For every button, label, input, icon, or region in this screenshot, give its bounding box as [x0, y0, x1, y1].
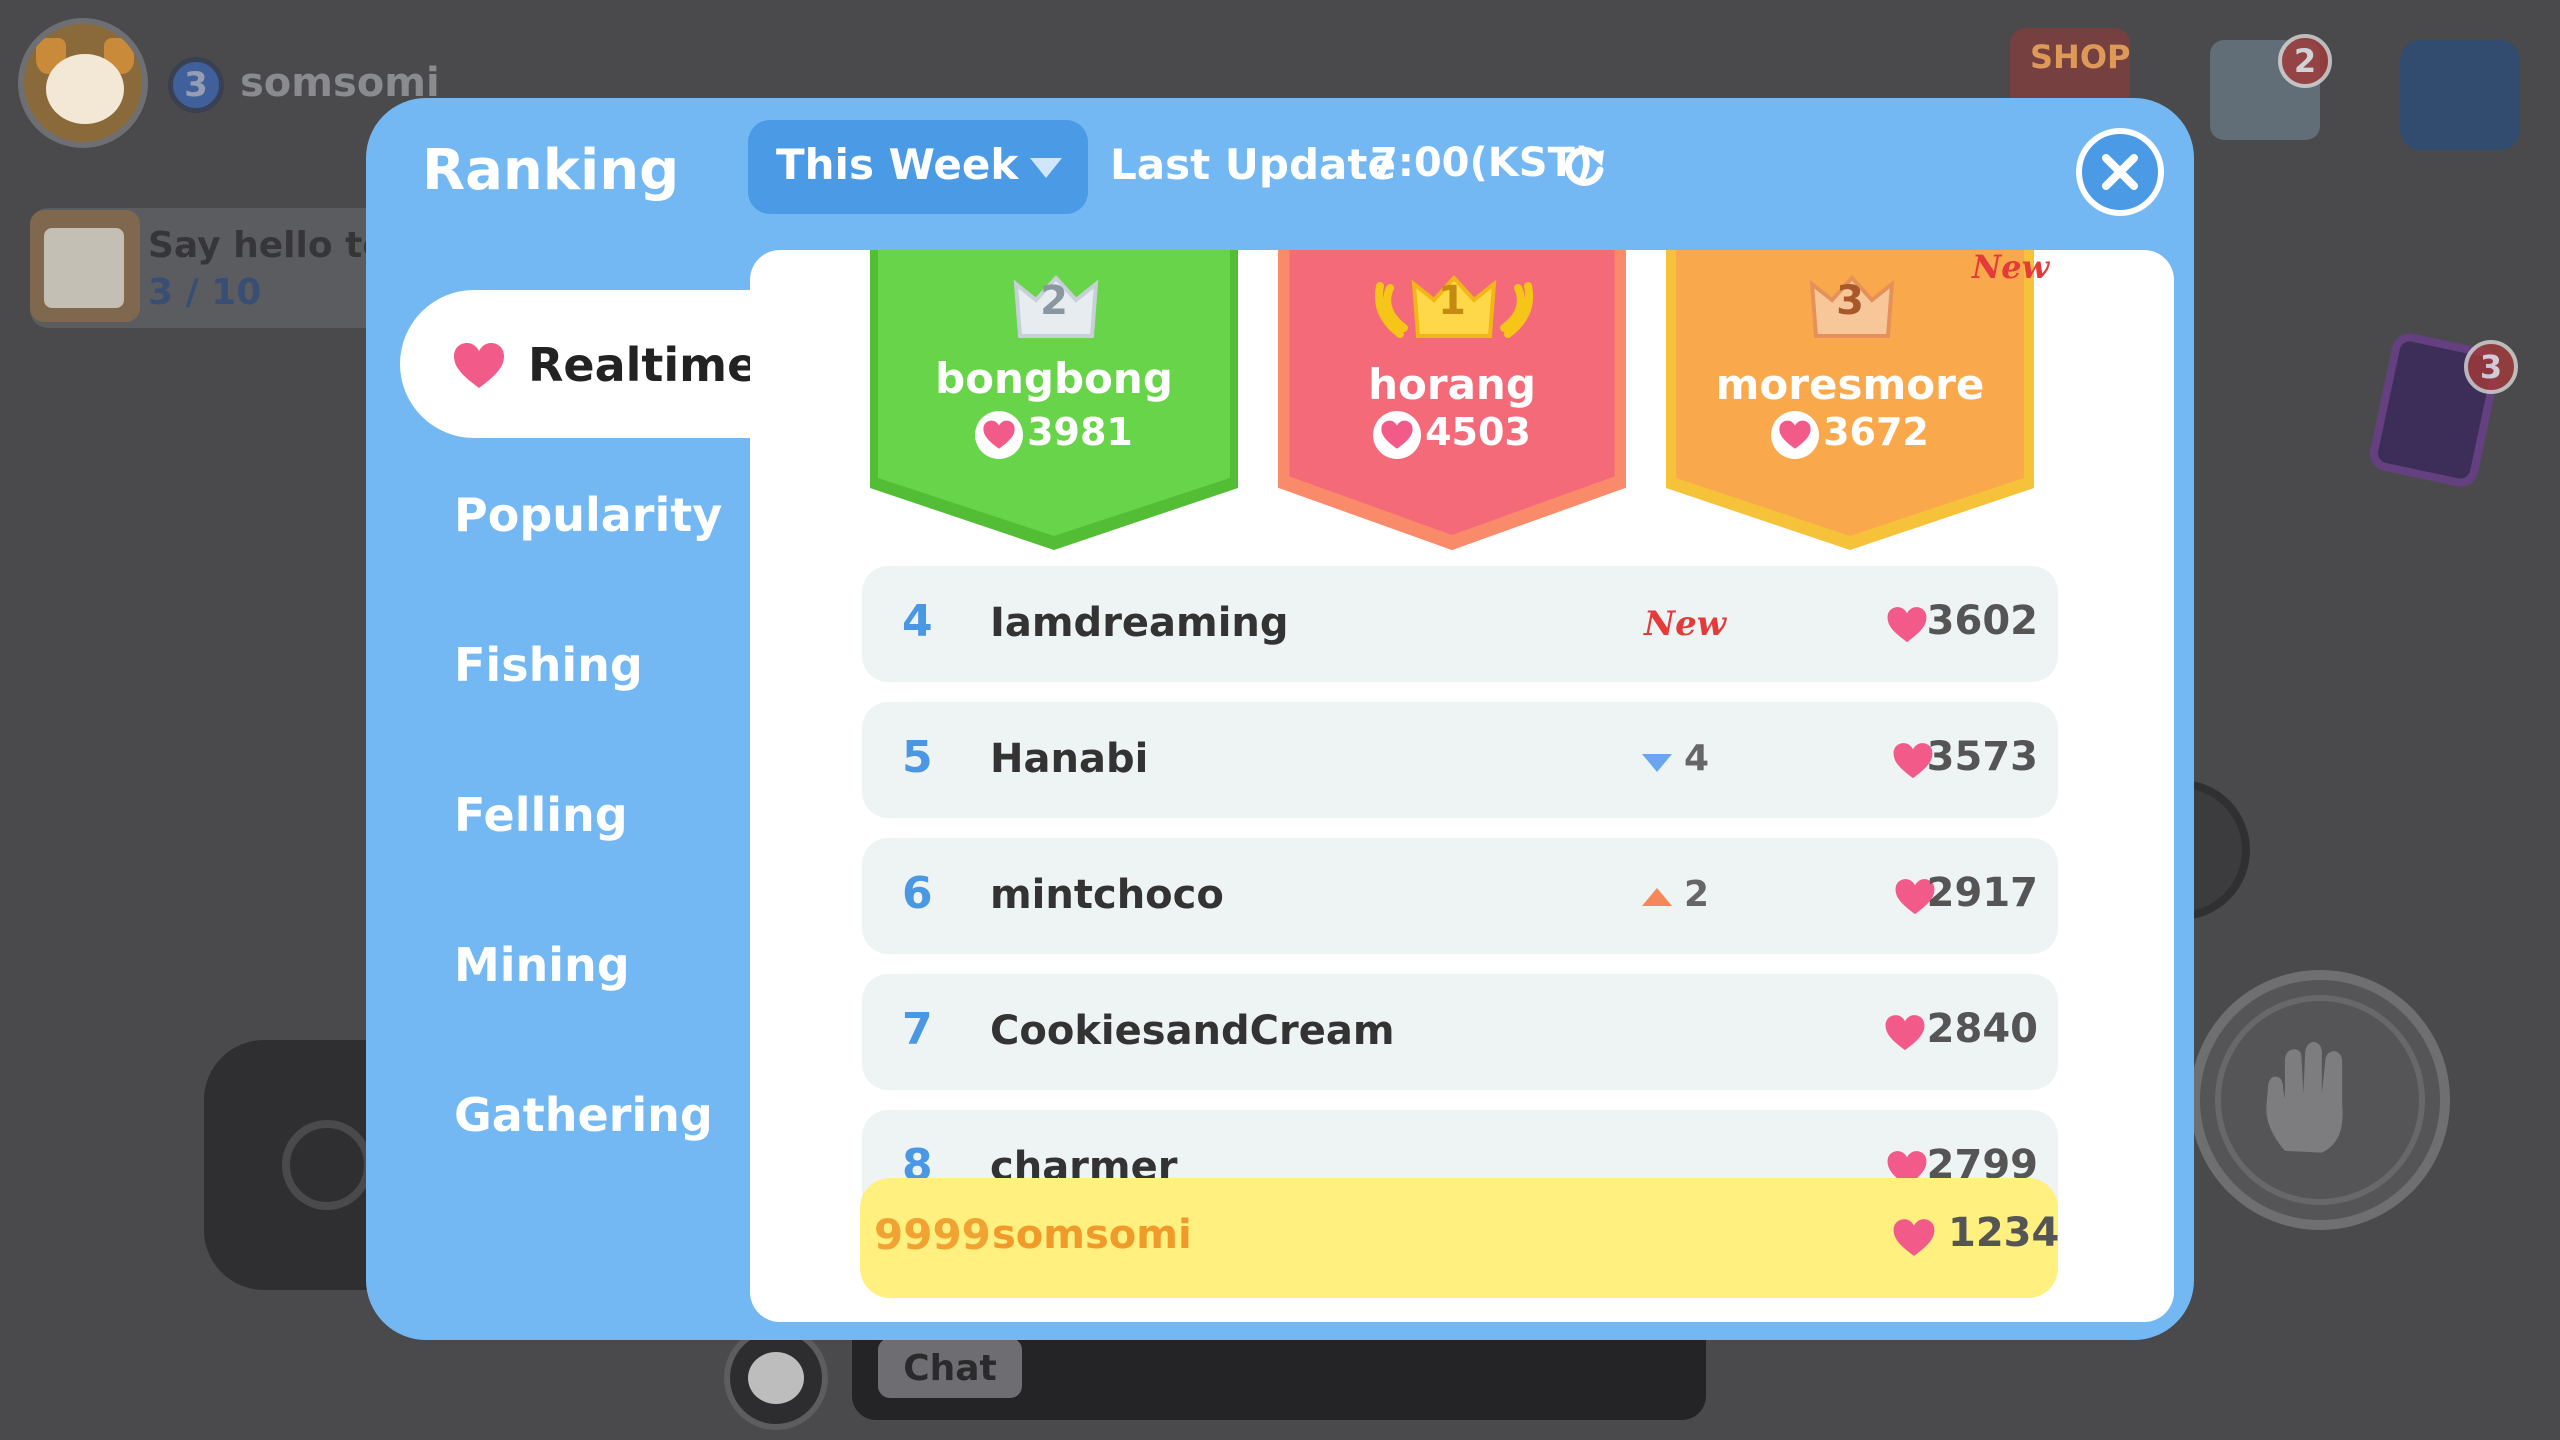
hand-icon	[2266, 1041, 2343, 1153]
ranking-row[interactable]: 7 CookiesandCream 2840	[862, 974, 2058, 1090]
podium-score: 3672	[1664, 410, 2036, 459]
podium-rank-3[interactable]: 3 moresmore 3672	[1664, 250, 2036, 552]
my-name: somsomi	[992, 1212, 1192, 1258]
row-rank: 6	[902, 868, 933, 919]
row-name: CookiesandCream	[990, 1008, 1395, 1054]
new-tag: New	[1972, 250, 2050, 286]
podium-rank-number: 2	[1040, 278, 1068, 324]
close-icon	[2102, 154, 2138, 190]
podium-score-value: 3981	[1027, 410, 1133, 454]
tab-realtime-label: Realtime	[528, 338, 759, 392]
heart-icon	[1885, 1015, 1925, 1051]
rank-down-icon	[1642, 754, 1672, 772]
smiley-icon	[748, 1352, 804, 1404]
chat-button[interactable]: Chat	[878, 1338, 1022, 1398]
row-score: 2840	[1926, 1006, 2038, 1052]
row-rank: 7	[902, 1004, 933, 1055]
period-dropdown-value: This Week	[776, 140, 1019, 189]
tab-popularity[interactable]: Popularity	[454, 488, 722, 542]
tab-mining[interactable]: Mining	[454, 938, 630, 992]
last-update-label: Last Update	[1110, 140, 1396, 189]
row-rank: 5	[902, 732, 933, 783]
card-badge: 3	[2464, 340, 2518, 394]
row-score: 3573	[1926, 734, 2038, 780]
row-name: Iamdreaming	[990, 600, 1289, 646]
heart-icon	[1887, 607, 1927, 643]
podium-name: horang	[1368, 360, 1536, 409]
new-tag: New	[1644, 604, 1726, 644]
heart-icon	[1779, 420, 1811, 449]
player-level-badge: 3	[168, 57, 224, 113]
my-score: 1234	[1948, 1210, 2060, 1256]
dpad-center	[282, 1120, 372, 1210]
podium-score: 4503	[1266, 410, 1638, 459]
quest-progress: 3 / 10	[148, 272, 262, 313]
podium-score-value: 3672	[1823, 410, 1929, 454]
row-name: mintchoco	[990, 872, 1224, 918]
row-change: 4	[1684, 738, 1710, 779]
podium-rank-2[interactable]: 2 bongbong 3981	[868, 250, 1240, 552]
my-rank: 9999	[874, 1210, 991, 1259]
rank-up-icon	[1642, 888, 1672, 906]
ranking-row[interactable]: 6 mintchoco 2 2917	[862, 838, 2058, 954]
close-button[interactable]	[2076, 128, 2164, 216]
row-name: Hanabi	[990, 736, 1149, 782]
row-change: 2	[1684, 874, 1710, 915]
tab-felling[interactable]: Felling	[454, 788, 628, 842]
clipboard-icon	[30, 210, 140, 322]
heart-icon	[1893, 1219, 1935, 1256]
tab-fishing[interactable]: Fishing	[454, 638, 643, 692]
row-score: 2917	[1926, 870, 2038, 916]
refresh-icon[interactable]	[1558, 140, 1610, 192]
row-score: 3602	[1926, 598, 2038, 644]
ranking-panel: 2 bongbong 3981 1 horang 4503 3 moresmor…	[750, 250, 2174, 1322]
shop-label: SHOP	[2030, 38, 2131, 76]
ranking-row[interactable]: 5 Hanabi 4 3573	[862, 702, 2058, 818]
row-rank: 4	[902, 596, 933, 647]
chevron-down-icon	[1030, 158, 1062, 178]
mail-badge: 2	[2278, 34, 2332, 88]
avatar-face	[46, 54, 124, 124]
heart-icon	[983, 420, 1015, 449]
heart-icon	[454, 343, 504, 388]
backpack-icon[interactable]	[2400, 40, 2520, 150]
tab-gathering[interactable]: Gathering	[454, 1088, 713, 1142]
podium-rank-1[interactable]: 1 horang 4503	[1266, 250, 1638, 552]
ranking-row[interactable]: 4 Iamdreaming New 3602	[862, 566, 2058, 682]
heart-icon	[1381, 420, 1413, 449]
podium-name: moresmore	[1715, 360, 1985, 409]
modal-title: Ranking	[422, 138, 680, 203]
podium-score: 3981	[868, 410, 1240, 459]
player-avatar[interactable]	[18, 18, 148, 148]
podium-name: bongbong	[935, 354, 1173, 403]
podium-score-value: 4503	[1425, 410, 1531, 454]
podium-rank-number: 1	[1438, 278, 1466, 324]
